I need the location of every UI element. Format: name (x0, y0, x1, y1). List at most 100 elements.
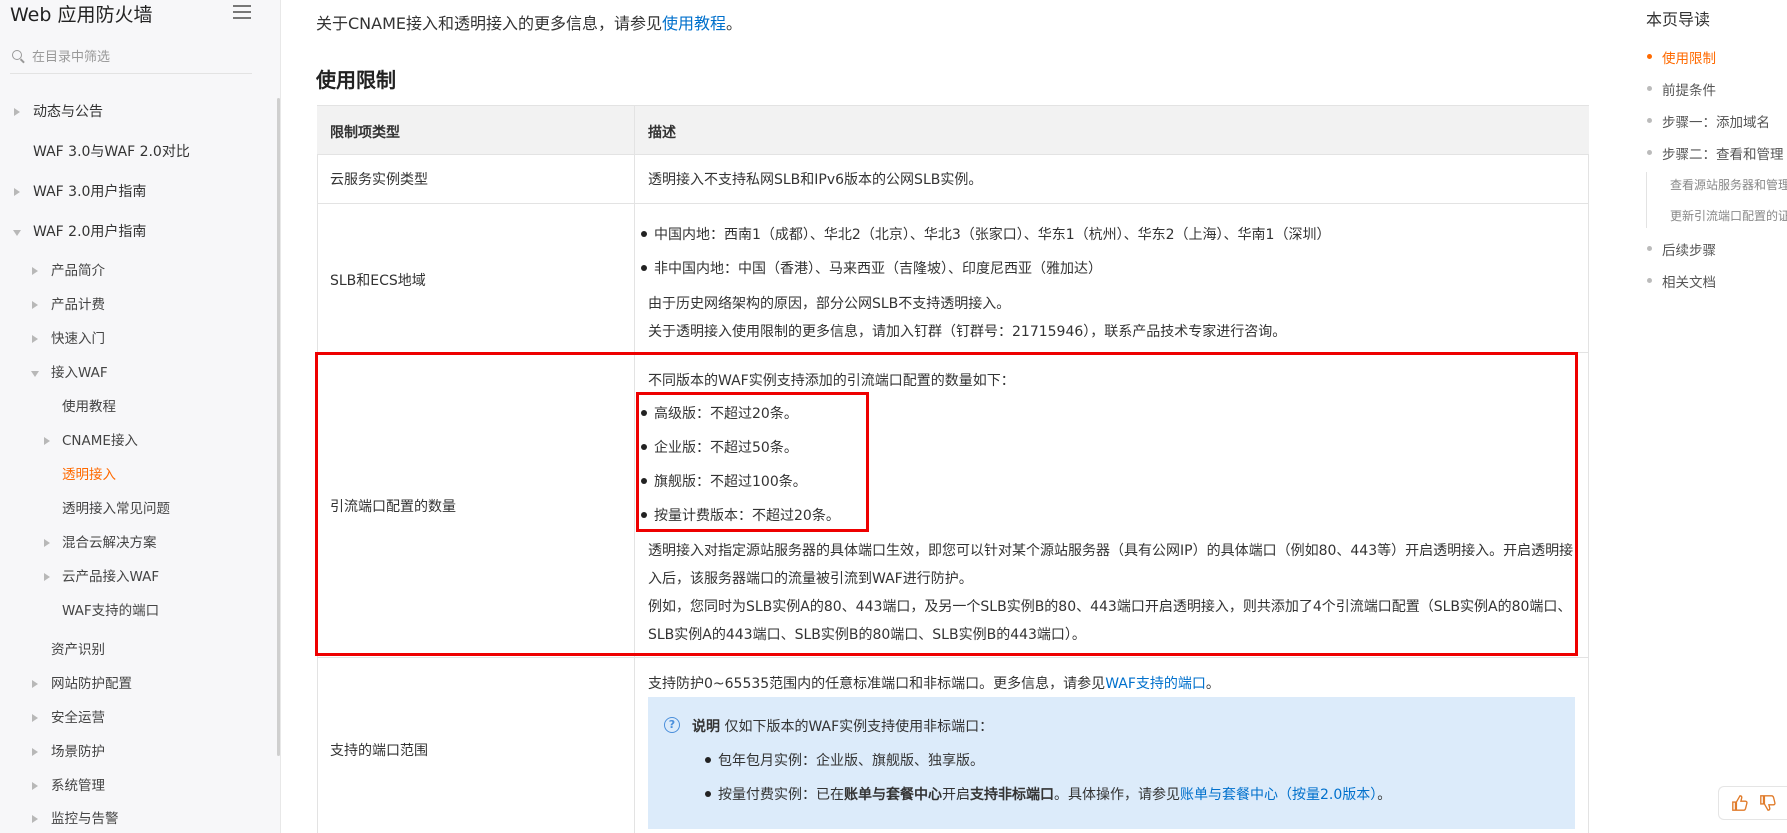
sidebar-item-waf-compare[interactable]: WAF 3.0与WAF 2.0对比 (14, 140, 254, 164)
row-desc-line: 关于透明接入使用限制的更多信息，请加入钉群（钉群号：21715946），联系产品… (648, 324, 1287, 340)
sidebar-item-ports[interactable]: WAF支持的端口 (62, 599, 252, 623)
row-desc-text: 支持防护0~65535范围内的任意标准端口和非标端口。更多信息，请参见 (648, 676, 1106, 692)
ports-link[interactable]: WAF支持的端口 (1105, 676, 1206, 692)
note-text: 说明 仅如下版本的WAF实例支持使用非标端口： (692, 716, 993, 736)
sidebar-item-transparent[interactable]: 透明接入 (62, 463, 252, 487)
sidebar-item-waf3-guide[interactable]: WAF 3.0用户指南 (14, 180, 254, 204)
column-divider (634, 105, 635, 833)
sidebar-item-label: 透明接入 (62, 467, 116, 483)
toc-sub-line (1646, 172, 1647, 228)
note-bullet-text: 按量付费实例：已在 (718, 787, 844, 803)
sidebar-item-label: 产品计费 (51, 297, 105, 313)
row-desc-line: 由于历史网络架构的原因，部分公网SLB不支持透明接入。 (648, 296, 1011, 312)
sidebar-item-site-protection[interactable]: 网站防护配置 (32, 672, 252, 696)
sidebar-item-label: 网站防护配置 (51, 676, 132, 692)
sidebar-item-security-ops[interactable]: 安全运营 (32, 706, 252, 730)
billing-center-text: 账单与套餐中心 (844, 787, 942, 803)
tutorial-link[interactable]: 使用教程 (662, 14, 726, 33)
help-circle-icon: ? (664, 717, 680, 733)
hamburger-menu-icon[interactable] (233, 5, 251, 19)
row-divider (317, 352, 1589, 353)
toc-item-step1[interactable]: 步骤一：添加域名 (1647, 111, 1770, 131)
thumbs-up-icon[interactable] (1731, 794, 1749, 812)
search-input[interactable] (32, 44, 247, 70)
table-header-row: 限制项类型 描述 (317, 105, 1589, 155)
intro-text: 关于CNAME接入和透明接入的更多信息，请参见 (316, 14, 663, 33)
billing-center-link[interactable]: 账单与套餐中心（按量2.0版本） (1180, 787, 1377, 803)
sidebar-item-quickstart[interactable]: 快速入门 (32, 327, 252, 351)
note-body: 仅如下版本的WAF实例支持使用非标端口： (720, 719, 994, 735)
sidebar-item-label: WAF 2.0用户指南 (33, 224, 147, 240)
row-type: 支持的端口范围 (330, 743, 428, 759)
row-desc-line: 入后，该服务器端口的流量被引流到WAF进行防护。 (648, 571, 973, 587)
toc-item-prereq[interactable]: 前提条件 (1647, 79, 1716, 99)
sidebar-item-product-intro[interactable]: 产品简介 (32, 259, 252, 283)
sidebar-item-scene-protection[interactable]: 场景防护 (32, 740, 252, 764)
row-type: 云服务实例类型 (330, 172, 428, 188)
row-desc-end: 。 (1205, 676, 1220, 692)
toc-item-limits[interactable]: 使用限制 (1647, 47, 1716, 67)
bullet-item: 旗舰版：不超过100条。 (641, 471, 807, 491)
bullet-item: 按量计费版本：不超过20条。 (641, 505, 840, 525)
table-header-desc: 描述 (648, 125, 676, 141)
row-desc-line: 例如，您同时为SLB实例A的80、443端口，及另一个SLB实例B的80、443… (648, 599, 1572, 615)
toc-item-step2[interactable]: 步骤二：查看和管理 (1647, 143, 1784, 163)
row-desc: 支持防护0~65535范围内的任意标准端口和非标端口。更多信息，请参见WAF支持… (648, 673, 1220, 693)
toc-item-docs[interactable]: 相关文档 (1647, 271, 1716, 291)
feedback-widget (1718, 786, 1787, 820)
main-content: 关于CNAME接入和透明接入的更多信息，请参见使用教程。 使用限制 限制项类型 … (282, 0, 1622, 833)
row-desc-line: SLB实例A的443端口、SLB实例B的80端口、SLB实例B的443端口）。 (648, 627, 1086, 643)
note-bullet-end: 。 (1377, 787, 1392, 803)
sidebar-search (10, 44, 252, 74)
nonstandard-port-text: 支持非标端口 (970, 787, 1054, 803)
sidebar-item-hybrid-cloud[interactable]: 混合云解决方案 (44, 531, 252, 555)
bullet-item: 中国内地：西南1（成都）、华北2（北京）、华北3（张家口）、华东1（杭州）、华东… (640, 224, 1330, 244)
note-label: 说明 (692, 719, 720, 735)
row-type: 引流端口配置的数量 (330, 499, 456, 515)
section-title: 使用限制 (316, 68, 396, 92)
sidebar-header: Web 应用防火墙 (10, 0, 262, 28)
sidebar: Web 应用防火墙 动态与公告 WAF 3.0与WAF 2.0对比 WAF 3.… (0, 0, 281, 833)
thumbs-down-icon[interactable] (1759, 794, 1777, 812)
note-bullet-text: 开启 (942, 787, 970, 803)
sidebar-item-billing[interactable]: 产品计费 (32, 293, 252, 317)
row-divider (317, 657, 1589, 658)
sidebar-item-label: WAF 3.0与WAF 2.0对比 (33, 144, 190, 160)
sidebar-item-label: 产品简介 (51, 263, 105, 279)
sidebar-item-label: 动态与公告 (33, 104, 103, 120)
note-bullet-text: 。具体操作，请参见 (1054, 787, 1180, 803)
sidebar-item-monitoring[interactable]: 监控与告警 (32, 807, 252, 831)
table-header-type: 限制项类型 (330, 125, 400, 141)
row-type: SLB和ECS地域 (330, 273, 426, 289)
sidebar-item-label: WAF 3.0用户指南 (33, 184, 147, 200)
toc-title: 本页导读 (1646, 10, 1711, 29)
sidebar-scrollbar[interactable] (277, 98, 280, 756)
row-divider (317, 203, 1589, 204)
sidebar-item-tutorial[interactable]: 使用教程 (62, 395, 252, 419)
sidebar-item-cname[interactable]: CNAME接入 (44, 429, 252, 453)
sidebar-item-asset[interactable]: 资产识别 (51, 638, 251, 662)
sidebar-item-system-mgmt[interactable]: 系统管理 (32, 774, 252, 798)
sidebar-item-access-waf[interactable]: 接入WAF (31, 361, 252, 385)
sidebar-item-label: WAF支持的端口 (62, 603, 160, 619)
sidebar-item-label: 接入WAF (51, 365, 108, 381)
sidebar-item-label: 混合云解决方案 (62, 535, 157, 551)
row-desc: 透明接入不支持私网SLB和IPv6版本的公网SLB实例。 (648, 172, 983, 188)
search-icon (12, 50, 22, 60)
toc-item-next[interactable]: 后续步骤 (1647, 239, 1716, 259)
sidebar-item-label: 快速入门 (51, 331, 105, 347)
sidebar-item-waf2-guide[interactable]: WAF 2.0用户指南 (13, 220, 254, 244)
sidebar-item-transparent-faq[interactable]: 透明接入常见问题 (62, 497, 252, 521)
sidebar-item-label: 场景防护 (51, 744, 105, 760)
bullet-item: 高级版：不超过20条。 (641, 403, 798, 423)
sidebar-item-label: 系统管理 (51, 778, 105, 794)
intro-end: 。 (726, 14, 743, 33)
sidebar-item-label: CNAME接入 (62, 433, 138, 449)
bullet-item: 非中国内地：中国（香港）、马来西亚（吉隆坡）、印度尼西亚（雅加达） (641, 258, 1102, 278)
sidebar-item-label: 安全运营 (51, 710, 105, 726)
toc-subitem-update[interactable]: 更新引流端口配置的证 (1670, 207, 1787, 224)
sidebar-item-label: 透明接入常见问题 (62, 501, 170, 517)
sidebar-item-cloud-product[interactable]: 云产品接入WAF (44, 565, 252, 589)
toc-subitem-view[interactable]: 查看源站服务器和管理 (1670, 176, 1787, 193)
toc-panel: 本页导读 使用限制 前提条件 步骤一：添加域名 步骤二：查看和管理 查看源站服务… (1622, 0, 1787, 833)
